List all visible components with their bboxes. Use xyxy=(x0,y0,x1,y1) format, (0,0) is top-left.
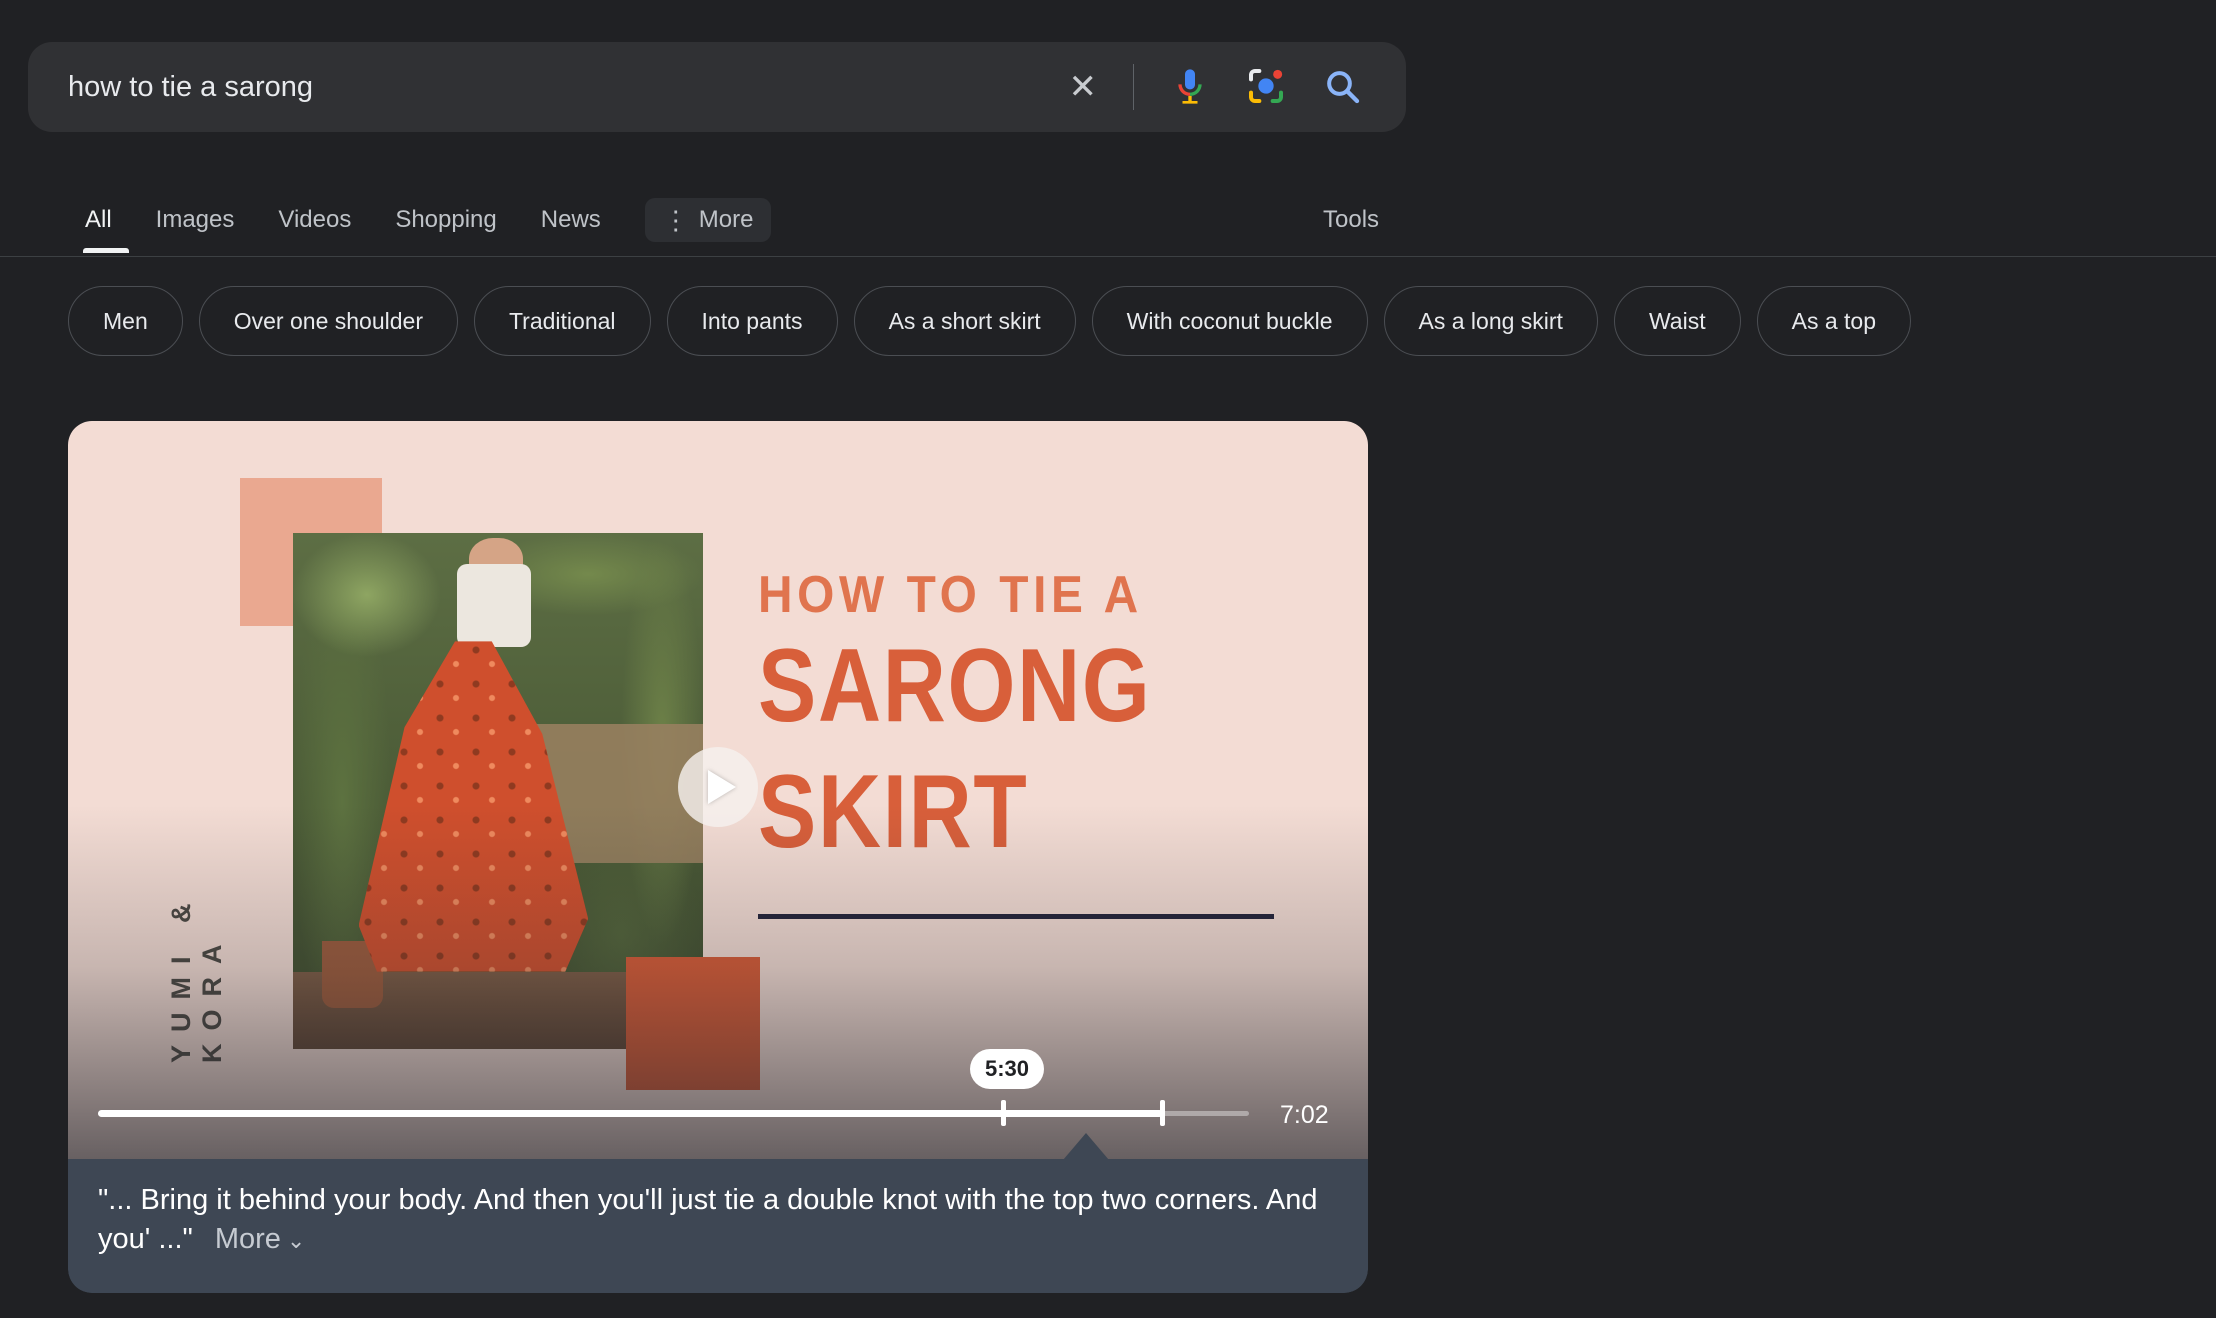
caption-more-button[interactable]: More⌄ xyxy=(215,1223,306,1256)
chip-men[interactable]: Men xyxy=(68,286,183,356)
filter-chips: Men Over one shoulder Traditional Into p… xyxy=(68,286,1911,356)
search-icon xyxy=(1322,66,1362,109)
progress-marker-end xyxy=(1160,1100,1165,1126)
tab-news[interactable]: News xyxy=(541,206,601,234)
more-dots-icon: ⋮ xyxy=(663,207,689,233)
chip-as-a-top[interactable]: As a top xyxy=(1757,286,1911,356)
caption-caret xyxy=(1063,1133,1109,1160)
video-duration: 7:02 xyxy=(1280,1101,1329,1130)
search-bar-divider xyxy=(1133,64,1134,110)
chip-into-pants[interactable]: Into pants xyxy=(667,286,838,356)
thumbnail-title-line2: SARONG xyxy=(758,627,1152,746)
tab-videos[interactable]: Videos xyxy=(278,206,351,234)
clear-search-button[interactable]: ✕ xyxy=(1069,70,1098,104)
lens-icon xyxy=(1246,66,1286,109)
play-icon xyxy=(708,770,736,804)
thumbnail-orange-square xyxy=(626,957,760,1090)
chip-as-a-long-skirt[interactable]: As a long skirt xyxy=(1384,286,1598,356)
tab-all[interactable]: All xyxy=(85,206,112,234)
thumbnail-title-line1: HOW TO TIE A xyxy=(758,565,1143,625)
video-result-card[interactable]: YUMI & KORA HOW TO TIE A SARONG SKIRT 5:… xyxy=(68,421,1368,1293)
microphone-icon xyxy=(1170,66,1210,109)
thumbnail-title-line3: SKIRT xyxy=(758,753,1028,872)
caption-bar: "... Bring it behind your body. And then… xyxy=(68,1159,1368,1293)
lens-search-button[interactable] xyxy=(1246,66,1286,109)
search-bar[interactable]: how to tie a sarong ✕ xyxy=(28,42,1406,132)
thumbnail-title-underline xyxy=(758,914,1274,919)
tabs-divider xyxy=(0,256,2216,257)
chip-waist[interactable]: Waist xyxy=(1614,286,1741,356)
voice-search-button[interactable] xyxy=(1170,66,1210,109)
result-tabs: All Images Videos Shopping News ⋮ More T… xyxy=(0,196,2216,244)
brand-vertical-text: YUMI & KORA xyxy=(166,741,228,1063)
timestamp-bubble: 5:30 xyxy=(970,1049,1044,1089)
progress-marker-start xyxy=(1001,1100,1006,1126)
chip-as-a-short-skirt[interactable]: As a short skirt xyxy=(854,286,1076,356)
active-tab-underline xyxy=(83,248,129,253)
search-input[interactable]: how to tie a sarong xyxy=(28,71,1069,104)
tab-more[interactable]: ⋮ More xyxy=(645,198,772,242)
tools-button[interactable]: Tools xyxy=(1323,206,1379,234)
tab-shopping[interactable]: Shopping xyxy=(395,206,496,234)
video-progress-bar[interactable] xyxy=(98,1097,1249,1129)
play-button[interactable] xyxy=(678,747,758,827)
chip-over-one-shoulder[interactable]: Over one shoulder xyxy=(199,286,458,356)
chip-with-coconut-buckle[interactable]: With coconut buckle xyxy=(1092,286,1368,356)
chip-traditional[interactable]: Traditional xyxy=(474,286,651,356)
search-submit-button[interactable] xyxy=(1322,66,1362,109)
tab-images[interactable]: Images xyxy=(156,206,235,234)
close-icon: ✕ xyxy=(1069,70,1098,104)
video-thumbnail[interactable]: YUMI & KORA HOW TO TIE A SARONG SKIRT 5:… xyxy=(68,421,1368,1159)
chevron-down-icon: ⌄ xyxy=(287,1228,305,1253)
